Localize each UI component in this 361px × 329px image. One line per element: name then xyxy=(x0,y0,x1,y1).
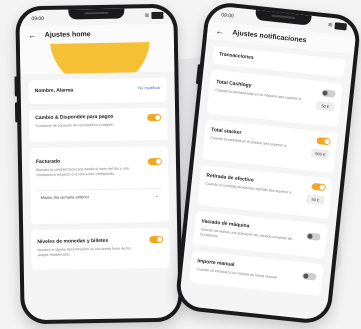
battery-icon xyxy=(151,11,164,20)
arrow-left-icon[interactable]: ← xyxy=(28,30,37,40)
card-niveles: Niveles de monedas y billetes Muestra si… xyxy=(31,227,170,271)
status-time: 09:00 xyxy=(220,12,234,20)
toggle-total-cashlogy[interactable] xyxy=(321,89,336,98)
amount-field[interactable]: 500 € xyxy=(310,148,330,160)
amount-field[interactable]: 50 € xyxy=(315,100,335,112)
phone-notch xyxy=(254,9,312,26)
card-niveles-desc: Muestra si alguna denominación se encuen… xyxy=(37,246,131,258)
section-title: Transacciones xyxy=(218,51,254,61)
page-title: Ajustes notificaciones xyxy=(232,29,307,44)
compare-select-value: Mismo día semana anterior xyxy=(40,193,90,200)
notif-item: Retirada de efectivo Cuando la cantidad … xyxy=(197,165,333,219)
notif-item: Total Cashlogy Cuando la cantidad total … xyxy=(206,69,343,128)
toggle-vaciado[interactable] xyxy=(306,232,321,241)
toggle-retirada[interactable] xyxy=(311,182,327,192)
arrow-left-icon[interactable]: ← xyxy=(215,25,225,36)
modify-link[interactable]: No modificar xyxy=(138,85,161,90)
phone-notch xyxy=(68,8,125,20)
amount-field[interactable]: 50 € xyxy=(306,194,325,206)
toggle-cambio[interactable] xyxy=(147,113,162,122)
card-facturado-desc: Muestra la cantidad facturada desde el i… xyxy=(36,166,129,178)
notif-item: Total stacker Cuando la cantidad en el s… xyxy=(202,119,338,173)
phone-right: 09:00 ≋ ← Ajustes notificaciones Transac… xyxy=(174,0,361,326)
toggle-niveles[interactable] xyxy=(149,235,164,244)
wifi-icon: ≋ xyxy=(327,22,334,29)
toggle-importe-manual[interactable] xyxy=(302,272,317,281)
card-cambio-label: Cambio & Disponible para pagos xyxy=(35,113,114,122)
wifi-icon: ≋ xyxy=(144,12,150,19)
toggle-total-stacker[interactable] xyxy=(316,136,331,146)
card-cambio: Cambio & Disponible para pagos Sumatorio… xyxy=(29,107,168,143)
notif-item: Vaciado de máquina Cuando se realice una… xyxy=(193,210,328,259)
hero-area xyxy=(19,41,175,75)
toggle-facturado[interactable] xyxy=(147,157,163,166)
battery-icon xyxy=(334,22,348,31)
card-facturado-label: Facturado xyxy=(35,158,61,166)
card-niveles-label: Niveles de monedas y billetes xyxy=(37,237,109,246)
status-time: 09:00 xyxy=(31,15,45,23)
screen-ajustes-home: 09:00 ≋ ← Ajustes home Nombre, Alarma No… xyxy=(19,7,179,321)
card-cambio-desc: Sumatorio de consumo de recicladores y h… xyxy=(35,122,114,129)
hero-graphic xyxy=(48,41,151,75)
card-facturado: Facturado Muestra la cantidad facturada … xyxy=(29,145,170,225)
chevron-down-icon: ⌄ xyxy=(155,192,159,198)
page-title: Ajustes home xyxy=(44,30,91,39)
name-card[interactable]: Nombre, Alarma No modificar xyxy=(28,77,167,105)
compare-select[interactable]: Mismo día semana anterior ⌄ xyxy=(36,187,163,204)
notif-item: Importe manual Cuando se introduzca un i… xyxy=(189,250,324,297)
screen-ajustes-notificaciones: 09:00 ≋ ← Ajustes notificaciones Transac… xyxy=(178,5,358,321)
phone-left: 09:00 ≋ ← Ajustes home Nombre, Alarma No… xyxy=(14,3,183,325)
